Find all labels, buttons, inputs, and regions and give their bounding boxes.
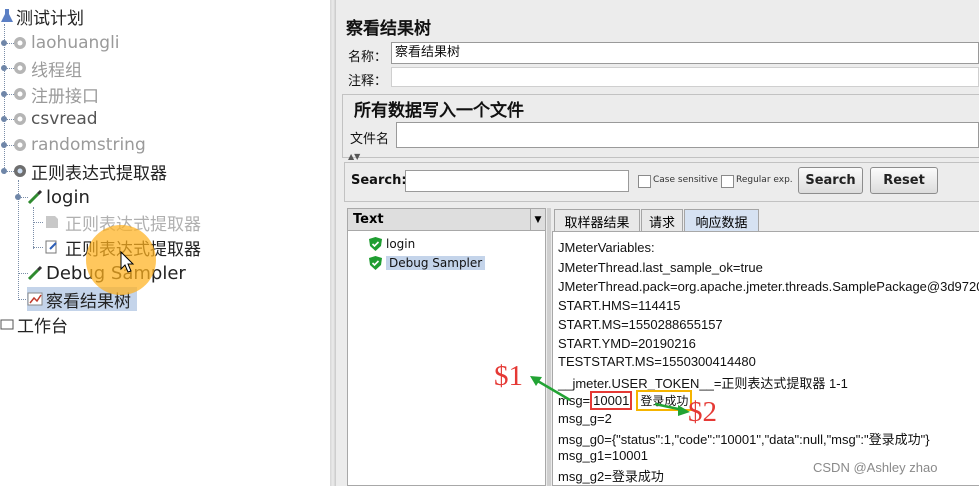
tree-item-csvread[interactable]: csvread [12, 107, 98, 131]
comment-label: 注释： [348, 74, 388, 89]
gear-icon [14, 37, 26, 49]
tree-item-login[interactable]: login [27, 185, 90, 209]
pipette-icon [27, 265, 43, 281]
tree-guide-line [4, 24, 5, 174]
response-line: JMeterThread.last_sample_ok=true [558, 260, 763, 275]
search-input[interactable] [405, 170, 629, 192]
response-line: START.HMS=114415 [558, 298, 681, 313]
extractor-icon [45, 240, 57, 254]
tree-toggle-icon[interactable] [1, 91, 7, 97]
gear-icon [14, 113, 26, 125]
tree-item-label: laohuangli [31, 33, 120, 53]
annotation-arrows [530, 376, 690, 416]
tree-item-label: 线程组 [31, 60, 82, 81]
tree-toggle-icon[interactable] [1, 142, 7, 148]
tree-guide-line [33, 222, 43, 223]
result-item-label: login [386, 237, 416, 251]
tree-item-test-plan[interactable]: 测试计划 [0, 4, 84, 29]
workbench-icon [0, 319, 14, 330]
response-line: msg_g1=10001 [558, 448, 648, 463]
result-item-label: Debug Sampler [386, 256, 486, 270]
tree-item-label: 测试计划 [16, 8, 84, 29]
arrow-to-group-1 [535, 378, 571, 402]
regex-checkbox[interactable] [721, 175, 734, 188]
mouse-pointer-icon [120, 251, 135, 273]
document-icon [46, 216, 58, 228]
gear-icon [14, 62, 26, 74]
tree-toggle-icon[interactable] [1, 116, 7, 122]
name-label: 名称： [348, 50, 388, 65]
tree-toggle-icon[interactable] [1, 40, 7, 46]
response-line: JMeterThread.pack=org.apache.jmeter.thre… [558, 279, 979, 294]
tree-guide-line [33, 247, 43, 248]
filename-input[interactable] [396, 122, 979, 148]
tree-toggle-icon[interactable] [1, 168, 7, 174]
tree-item-label: randomstring [31, 135, 146, 155]
tree-guide-line [33, 207, 34, 249]
tree-item-randomstring[interactable]: randomstring [12, 133, 146, 157]
tree-item-register-api[interactable]: 注册接口 [12, 82, 99, 107]
tree-item-laohuangli[interactable]: laohuangli [12, 31, 120, 55]
tab-request[interactable]: 请求 [641, 209, 683, 232]
reset-button[interactable]: Reset [870, 167, 938, 194]
watermark: CSDN @Ashley zhao [813, 460, 938, 475]
response-line: START.MS=1550288655157 [558, 317, 723, 332]
tree-item-label: 工作台 [17, 316, 68, 337]
search-button[interactable]: Search [798, 167, 863, 194]
tree-toggle-icon[interactable] [1, 65, 7, 71]
section-title: 所有数据写入一个文件 [354, 101, 524, 121]
tree-item-label: csvread [31, 109, 98, 129]
arrow-head-icon [530, 376, 542, 386]
arrow-head-icon [678, 405, 690, 416]
test-plan-tree: 测试计划 laohuangli 线程组 注册接口 csvread randoms… [0, 0, 330, 486]
gear-icon [14, 139, 26, 151]
case-sensitive-label: Case sensitive [653, 175, 718, 185]
regex-label: Regular exp. [736, 175, 793, 185]
tree-item-label: 注册接口 [31, 86, 99, 107]
flask-icon [1, 9, 13, 22]
shield-check-icon [369, 237, 382, 251]
results-split-divider[interactable] [547, 208, 551, 486]
response-line: TESTSTART.MS=1550300414480 [558, 354, 756, 369]
pipette-icon [27, 189, 43, 205]
tree-item-thread-group[interactable]: 线程组 [12, 56, 82, 81]
response-line: START.YMD=20190216 [558, 336, 696, 351]
collapse-arrows-icon[interactable]: ▲▼ [348, 152, 360, 161]
tree-item-regex-extractor[interactable]: 正则表达式提取器 [12, 159, 167, 184]
chart-icon [27, 292, 43, 306]
chevron-down-icon[interactable]: ▼ [530, 209, 545, 231]
result-item-login[interactable]: login [369, 237, 415, 251]
filename-label: 文件名 [350, 132, 390, 147]
tab-sampler-result[interactable]: 取样器结果 [554, 209, 640, 232]
tree-item-label: 正则表达式提取器 [31, 163, 167, 184]
response-line: msg_g0={"status":1,"code":"10001","data"… [558, 432, 930, 447]
case-sensitive-checkbox[interactable] [638, 175, 651, 188]
tab-response-data[interactable]: 响应数据 [684, 209, 759, 232]
response-line: msg_g2=登录成功 [558, 469, 664, 484]
tree-toggle-icon[interactable] [15, 194, 21, 200]
shield-check-icon [369, 256, 382, 270]
gear-icon [14, 165, 26, 177]
response-line: JMeterVariables: [558, 240, 655, 255]
annotation-group-1: $1 [494, 360, 523, 392]
gear-icon [14, 88, 26, 100]
name-field[interactable]: 察看结果树 [391, 42, 979, 64]
panel-title: 察看结果树 [346, 19, 431, 39]
result-item-debug-sampler[interactable]: Debug Sampler [369, 256, 486, 270]
comment-field[interactable] [391, 67, 979, 87]
tree-item-workbench[interactable]: 工作台 [0, 312, 68, 337]
tree-item-label: login [46, 186, 90, 208]
search-label: Search: [351, 173, 407, 188]
renderer-select[interactable]: Text [348, 209, 530, 231]
